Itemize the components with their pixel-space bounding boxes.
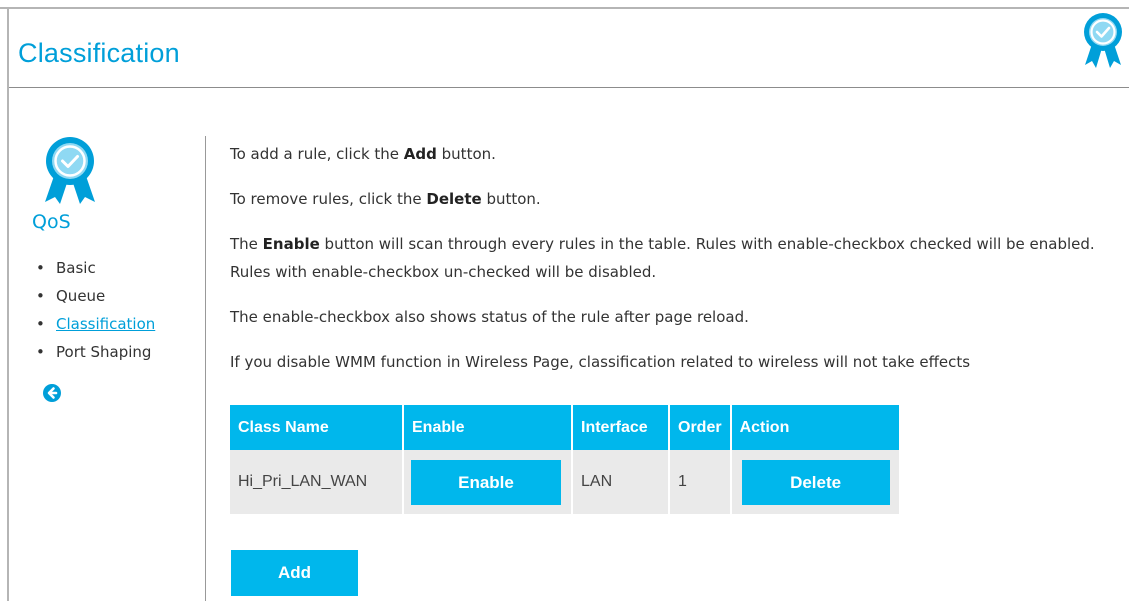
sidebar-item-label[interactable]: Classification [56,315,155,333]
sidebar-item-classification[interactable]: Classification [36,310,155,338]
qos-badge-icon [1083,10,1123,74]
enable-button[interactable]: Enable [411,459,561,505]
qos-badge-icon [40,136,100,208]
title-divider [9,87,1129,88]
order-cell: 1 [670,450,732,514]
column-header-action: Action [731,405,899,450]
back-arrow-icon[interactable] [43,384,61,402]
column-header-enable: Enable [404,405,573,450]
delete-button[interactable]: Delete [741,459,890,505]
table-row: Hi_Pri_LAN_WAN Enable LAN 1 Delete [230,450,899,514]
sidebar-item-queue[interactable]: Queue [36,282,155,310]
instruction-text: The [230,235,263,253]
action-cell: Delete [731,450,899,514]
add-instruction: To add a rule, click the Add button. [230,140,1120,168]
instruction-text: To add a rule, click the [230,145,404,163]
wmm-instruction: If you disable WMM function in Wireless … [230,353,971,371]
sidebar-item-label[interactable]: Basic [56,259,96,277]
status-instruction: The enable-checkbox also shows status of… [230,308,749,326]
enable-cell: Enable [404,450,573,514]
instruction-bold: Add [403,145,437,163]
table-header-row: Class Name Enable Interface Order Action [230,405,899,450]
content-divider [205,136,206,601]
sidebar-item-label[interactable]: Queue [56,287,105,305]
add-button[interactable]: Add [231,550,358,596]
sidebar-item-basic[interactable]: Basic [36,254,155,282]
instruction-text: To remove rules, click the [230,190,427,208]
frame-left-border [7,7,9,601]
sidebar-section-title: QoS [32,211,71,233]
instructions: To add a rule, click the Add button. To … [230,140,1120,393]
sidebar-nav: Basic Queue Classification Port Shaping [36,254,155,366]
classification-rules-table: Class Name Enable Interface Order Action… [230,405,899,514]
instruction-text: button. [481,190,541,208]
instruction-text: button. [436,145,496,163]
frame-top-border [0,7,1129,9]
enable-instruction: The Enable button will scan through ever… [230,230,1120,286]
column-header-class-name: Class Name [230,405,404,450]
instruction-text: button will scan through every rules in … [230,235,1095,281]
sidebar-item-label[interactable]: Port Shaping [56,343,151,361]
column-header-order: Order [670,405,732,450]
class-name-cell: Hi_Pri_LAN_WAN [230,450,404,514]
delete-instruction: To remove rules, click the Delete button… [230,185,1120,213]
instruction-bold: Enable [262,235,320,253]
column-header-interface: Interface [573,405,670,450]
sidebar-item-port-shaping[interactable]: Port Shaping [36,338,155,366]
interface-cell: LAN [573,450,670,514]
page-title: Classification [18,38,180,68]
instruction-bold: Delete [426,190,482,208]
